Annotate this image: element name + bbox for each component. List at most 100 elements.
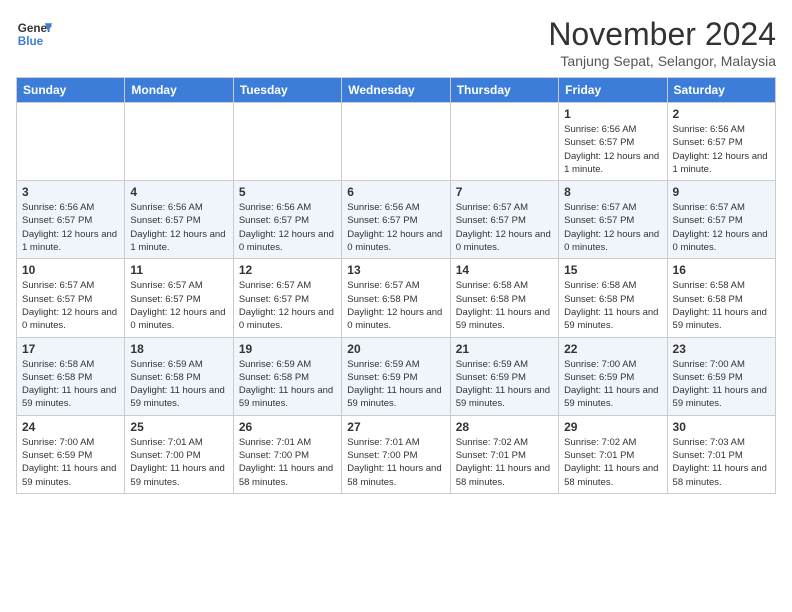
logo: General Blue: [16, 16, 52, 52]
day-info: Sunrise: 6:57 AM Sunset: 6:57 PM Dayligh…: [130, 279, 227, 332]
day-info: Sunrise: 6:57 AM Sunset: 6:57 PM Dayligh…: [456, 201, 553, 254]
day-info: Sunrise: 7:00 AM Sunset: 6:59 PM Dayligh…: [564, 358, 661, 411]
day-info: Sunrise: 7:00 AM Sunset: 6:59 PM Dayligh…: [22, 436, 119, 489]
day-number: 27: [347, 420, 444, 434]
day-info: Sunrise: 6:59 AM Sunset: 6:59 PM Dayligh…: [456, 358, 553, 411]
weekday-monday: Monday: [125, 78, 233, 103]
day-info: Sunrise: 6:58 AM Sunset: 6:58 PM Dayligh…: [564, 279, 661, 332]
calendar-week-5: 24 Sunrise: 7:00 AM Sunset: 6:59 PM Dayli…: [17, 415, 776, 493]
day-info: Sunrise: 7:01 AM Sunset: 7:00 PM Dayligh…: [347, 436, 444, 489]
calendar-week-4: 17 Sunrise: 6:58 AM Sunset: 6:58 PM Dayli…: [17, 337, 776, 415]
day-number: 18: [130, 342, 227, 356]
day-number: 6: [347, 185, 444, 199]
day-number: 7: [456, 185, 553, 199]
weekday-saturday: Saturday: [667, 78, 775, 103]
calendar-cell: [125, 103, 233, 181]
day-number: 10: [22, 263, 119, 277]
day-info: Sunrise: 6:56 AM Sunset: 6:57 PM Dayligh…: [239, 201, 336, 254]
day-info: Sunrise: 6:56 AM Sunset: 6:57 PM Dayligh…: [673, 123, 770, 176]
calendar-week-2: 3 Sunrise: 6:56 AM Sunset: 6:57 PM Daylig…: [17, 181, 776, 259]
calendar-cell: 11 Sunrise: 6:57 AM Sunset: 6:57 PM Dayli…: [125, 259, 233, 337]
calendar-cell: 16 Sunrise: 6:58 AM Sunset: 6:58 PM Dayli…: [667, 259, 775, 337]
day-info: Sunrise: 6:59 AM Sunset: 6:59 PM Dayligh…: [347, 358, 444, 411]
day-number: 8: [564, 185, 661, 199]
calendar-cell: 8 Sunrise: 6:57 AM Sunset: 6:57 PM Daylig…: [559, 181, 667, 259]
calendar-cell: 21 Sunrise: 6:59 AM Sunset: 6:59 PM Dayli…: [450, 337, 558, 415]
calendar-body: 1 Sunrise: 6:56 AM Sunset: 6:57 PM Daylig…: [17, 103, 776, 494]
calendar-week-3: 10 Sunrise: 6:57 AM Sunset: 6:57 PM Dayli…: [17, 259, 776, 337]
day-number: 26: [239, 420, 336, 434]
page-header: General Blue November 2024 Tanjung Sepat…: [16, 16, 776, 69]
calendar-cell: 29 Sunrise: 7:02 AM Sunset: 7:01 PM Dayli…: [559, 415, 667, 493]
weekday-sunday: Sunday: [17, 78, 125, 103]
calendar-cell: 15Sunrise: 6:58 AM Sunset: 6:58 PM Dayli…: [559, 259, 667, 337]
calendar-cell: 28 Sunrise: 7:02 AM Sunset: 7:01 PM Dayli…: [450, 415, 558, 493]
calendar-cell: 7 Sunrise: 6:57 AM Sunset: 6:57 PM Daylig…: [450, 181, 558, 259]
calendar-cell: 30Sunrise: 7:03 AM Sunset: 7:01 PM Dayli…: [667, 415, 775, 493]
svg-text:Blue: Blue: [18, 35, 44, 48]
day-number: 9: [673, 185, 770, 199]
day-info: Sunrise: 7:01 AM Sunset: 7:00 PM Dayligh…: [239, 436, 336, 489]
day-number: 19: [239, 342, 336, 356]
day-info: Sunrise: 6:59 AM Sunset: 6:58 PM Dayligh…: [130, 358, 227, 411]
day-info: Sunrise: 6:56 AM Sunset: 6:57 PM Dayligh…: [347, 201, 444, 254]
calendar-cell: 9 Sunrise: 6:57 AM Sunset: 6:57 PM Daylig…: [667, 181, 775, 259]
calendar-cell: 23 Sunrise: 7:00 AM Sunset: 6:59 PM Dayli…: [667, 337, 775, 415]
day-number: 25: [130, 420, 227, 434]
calendar-cell: 17 Sunrise: 6:58 AM Sunset: 6:58 PM Dayli…: [17, 337, 125, 415]
calendar-cell: 26 Sunrise: 7:01 AM Sunset: 7:00 PM Dayli…: [233, 415, 341, 493]
day-info: Sunrise: 7:01 AM Sunset: 7:00 PM Dayligh…: [130, 436, 227, 489]
day-info: Sunrise: 6:57 AM Sunset: 6:57 PM Dayligh…: [239, 279, 336, 332]
calendar-cell: 2Sunrise: 6:56 AM Sunset: 6:57 PM Daylig…: [667, 103, 775, 181]
calendar-cell: 25 Sunrise: 7:01 AM Sunset: 7:00 PM Dayli…: [125, 415, 233, 493]
calendar-cell: 22 Sunrise: 7:00 AM Sunset: 6:59 PM Dayli…: [559, 337, 667, 415]
day-number: 5: [239, 185, 336, 199]
day-info: Sunrise: 7:00 AM Sunset: 6:59 PM Dayligh…: [673, 358, 770, 411]
day-number: 1: [564, 107, 661, 121]
month-title: November 2024: [548, 16, 776, 53]
day-info: Sunrise: 7:02 AM Sunset: 7:01 PM Dayligh…: [564, 436, 661, 489]
weekday-header-row: SundayMondayTuesdayWednesdayThursdayFrid…: [17, 78, 776, 103]
day-number: 28: [456, 420, 553, 434]
calendar-cell: 3Sunrise: 6:56 AM Sunset: 6:57 PM Daylig…: [17, 181, 125, 259]
calendar-cell: [450, 103, 558, 181]
calendar-cell: 5 Sunrise: 6:56 AM Sunset: 6:57 PM Daylig…: [233, 181, 341, 259]
calendar-cell: [342, 103, 450, 181]
calendar-cell: 12Sunrise: 6:57 AM Sunset: 6:57 PM Dayli…: [233, 259, 341, 337]
day-number: 23: [673, 342, 770, 356]
day-number: 29: [564, 420, 661, 434]
logo-icon: General Blue: [16, 16, 52, 52]
day-info: Sunrise: 6:58 AM Sunset: 6:58 PM Dayligh…: [22, 358, 119, 411]
day-info: Sunrise: 6:57 AM Sunset: 6:58 PM Dayligh…: [347, 279, 444, 332]
weekday-wednesday: Wednesday: [342, 78, 450, 103]
day-info: Sunrise: 6:56 AM Sunset: 6:57 PM Dayligh…: [130, 201, 227, 254]
weekday-friday: Friday: [559, 78, 667, 103]
day-info: Sunrise: 7:03 AM Sunset: 7:01 PM Dayligh…: [673, 436, 770, 489]
day-number: 3: [22, 185, 119, 199]
calendar-cell: 13 Sunrise: 6:57 AM Sunset: 6:58 PM Dayli…: [342, 259, 450, 337]
day-number: 21: [456, 342, 553, 356]
calendar-cell: 24 Sunrise: 7:00 AM Sunset: 6:59 PM Dayli…: [17, 415, 125, 493]
day-number: 11: [130, 263, 227, 277]
location: Tanjung Sepat, Selangor, Malaysia: [548, 53, 776, 69]
day-number: 17: [22, 342, 119, 356]
day-info: Sunrise: 6:57 AM Sunset: 6:57 PM Dayligh…: [564, 201, 661, 254]
day-info: Sunrise: 6:58 AM Sunset: 6:58 PM Dayligh…: [456, 279, 553, 332]
day-number: 14: [456, 263, 553, 277]
day-number: 22: [564, 342, 661, 356]
day-number: 24: [22, 420, 119, 434]
day-number: 13: [347, 263, 444, 277]
calendar-cell: 18 Sunrise: 6:59 AM Sunset: 6:58 PM Dayli…: [125, 337, 233, 415]
day-info: Sunrise: 7:02 AM Sunset: 7:01 PM Dayligh…: [456, 436, 553, 489]
weekday-thursday: Thursday: [450, 78, 558, 103]
day-info: Sunrise: 6:57 AM Sunset: 6:57 PM Dayligh…: [22, 279, 119, 332]
calendar-cell: 19 Sunrise: 6:59 AM Sunset: 6:58 PM Dayli…: [233, 337, 341, 415]
day-info: Sunrise: 6:57 AM Sunset: 6:57 PM Dayligh…: [673, 201, 770, 254]
day-info: Sunrise: 6:59 AM Sunset: 6:58 PM Dayligh…: [239, 358, 336, 411]
calendar-cell: 27 Sunrise: 7:01 AM Sunset: 7:00 PM Dayli…: [342, 415, 450, 493]
weekday-tuesday: Tuesday: [233, 78, 341, 103]
day-number: 16: [673, 263, 770, 277]
calendar-cell: 4Sunrise: 6:56 AM Sunset: 6:57 PM Daylig…: [125, 181, 233, 259]
day-info: Sunrise: 6:56 AM Sunset: 6:57 PM Dayligh…: [564, 123, 661, 176]
day-info: Sunrise: 6:58 AM Sunset: 6:58 PM Dayligh…: [673, 279, 770, 332]
